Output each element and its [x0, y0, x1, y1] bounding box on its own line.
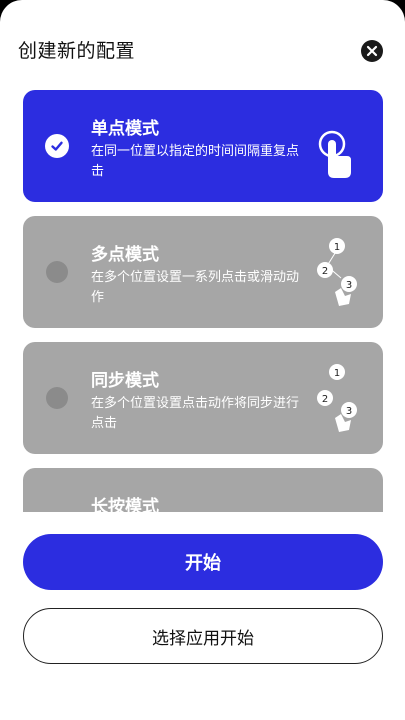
mode-card-sync[interactable]: 同步模式 在多个位置设置点击动作将同步进行点击 1 2 3 — [23, 342, 383, 454]
step-2-label: 2 — [322, 266, 328, 277]
mode-card-multi[interactable]: 多点模式 在多个位置设置一系列点击或滑动动作 1 2 3 — [23, 216, 383, 328]
radio-button[interactable] — [46, 261, 68, 283]
selected-check-icon — [45, 134, 69, 158]
choose-app-start-button[interactable]: 选择应用开始 — [23, 608, 383, 664]
mode-title: 长按模式 — [91, 497, 159, 512]
radio-button[interactable] — [46, 387, 68, 409]
step-3-label: 3 — [346, 406, 352, 417]
sync-tap-icon: 1 2 3 — [317, 364, 357, 432]
long-press-icon — [315, 488, 371, 512]
multi-tap-icon: 1 2 3 — [317, 238, 357, 306]
step-1-label: 1 — [334, 368, 340, 379]
step-2-label: 2 — [322, 394, 328, 405]
mode-title: 同步模式 — [91, 371, 159, 391]
step-3-label: 3 — [346, 280, 352, 291]
mode-card-long-press[interactable]: 长按模式 — [23, 468, 383, 512]
mode-description: 在同一位置以指定的时间间隔重复点击 — [91, 144, 300, 179]
close-button[interactable] — [361, 40, 383, 62]
mode-description: 在多个位置设置点击动作将同步进行点击 — [91, 396, 300, 431]
create-config-sheet: 创建新的配置 单点模式 在同一位置以指定的时间间隔重复点击 多点模式 在多个位置… — [0, 0, 405, 720]
mode-list[interactable]: 单点模式 在同一位置以指定的时间间隔重复点击 多点模式 在多个位置设置一系列点击… — [23, 90, 383, 512]
close-icon — [366, 45, 378, 57]
mode-description: 在多个位置设置一系列点击或滑动动作 — [91, 270, 300, 305]
mode-title: 单点模式 — [91, 119, 159, 139]
single-tap-icon — [318, 130, 351, 178]
step-1-label: 1 — [334, 242, 340, 253]
start-button[interactable]: 开始 — [23, 534, 383, 590]
mode-card-single[interactable]: 单点模式 在同一位置以指定的时间间隔重复点击 — [23, 90, 383, 202]
mode-title: 多点模式 — [91, 245, 159, 265]
page-title: 创建新的配置 — [18, 40, 136, 62]
